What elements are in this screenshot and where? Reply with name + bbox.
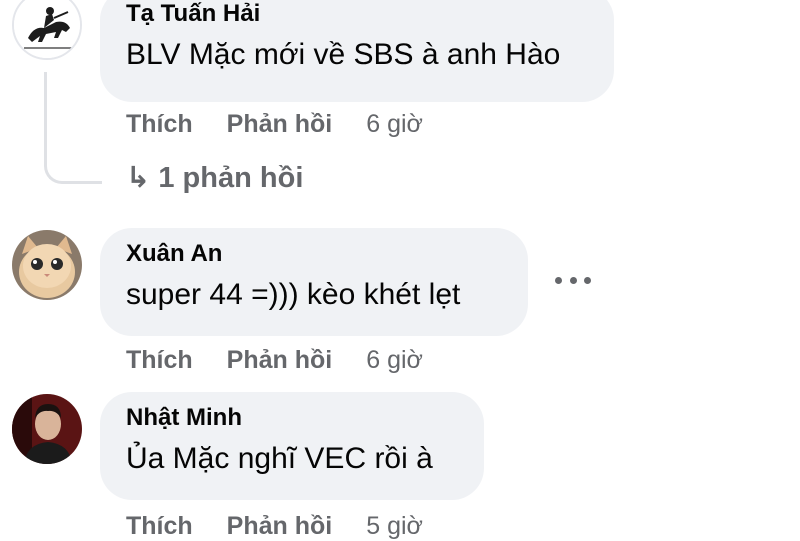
comment-author[interactable]: Nhật Minh bbox=[126, 404, 458, 432]
person-avatar-icon bbox=[12, 394, 82, 464]
avatar-nhat-minh[interactable] bbox=[12, 394, 82, 464]
thread-connector-line bbox=[44, 72, 102, 184]
more-options-icon[interactable] bbox=[555, 268, 591, 292]
comment-text: super 44 =))) kèo khét lẹt bbox=[126, 278, 461, 311]
horse-rider-logo-icon bbox=[14, 0, 80, 58]
cat-avatar-icon bbox=[12, 230, 82, 300]
like-button[interactable]: Thích bbox=[126, 346, 193, 374]
like-button[interactable]: Thích bbox=[126, 110, 193, 138]
comment-actions: Thích Phản hồi 5 giờ bbox=[126, 512, 423, 541]
reply-arrow-icon: ↳ bbox=[126, 162, 151, 194]
comment-text: Ủa Mặc nghĩ VEC rồi à bbox=[126, 442, 433, 475]
comment-author[interactable]: Tạ Tuấn Hải bbox=[126, 0, 588, 28]
like-button[interactable]: Thích bbox=[126, 512, 193, 540]
view-replies-label: 1 phản hồi bbox=[158, 162, 304, 194]
comment-text: BLV Mặc mới về SBS à anh Hào bbox=[126, 38, 561, 71]
comment-bubble: Xuân An super 44 =))) kèo khét lẹt bbox=[100, 228, 528, 336]
avatar-xuan-an[interactable] bbox=[12, 230, 82, 300]
reply-button[interactable]: Phản hồi bbox=[227, 346, 333, 374]
comment-bubble: Nhật Minh Ủa Mặc nghĩ VEC rồi à bbox=[100, 392, 484, 500]
comment-actions: Thích Phản hồi 6 giờ bbox=[126, 346, 423, 375]
avatar-ta-tuan-hai[interactable] bbox=[12, 0, 82, 60]
comment-actions: Thích Phản hồi 6 giờ bbox=[126, 110, 423, 139]
reply-button[interactable]: Phản hồi bbox=[227, 512, 333, 540]
comment-time[interactable]: 6 giờ bbox=[366, 346, 423, 374]
comment-time[interactable]: 5 giờ bbox=[366, 512, 423, 540]
comment-author[interactable]: Xuân An bbox=[126, 240, 502, 268]
reply-button[interactable]: Phản hồi bbox=[227, 110, 333, 138]
comment-time[interactable]: 6 giờ bbox=[366, 110, 423, 138]
view-replies-link[interactable]: ↳ 1 phản hồi bbox=[126, 160, 303, 195]
comment-bubble: Tạ Tuấn Hải BLV Mặc mới về SBS à anh Hào bbox=[100, 0, 614, 102]
